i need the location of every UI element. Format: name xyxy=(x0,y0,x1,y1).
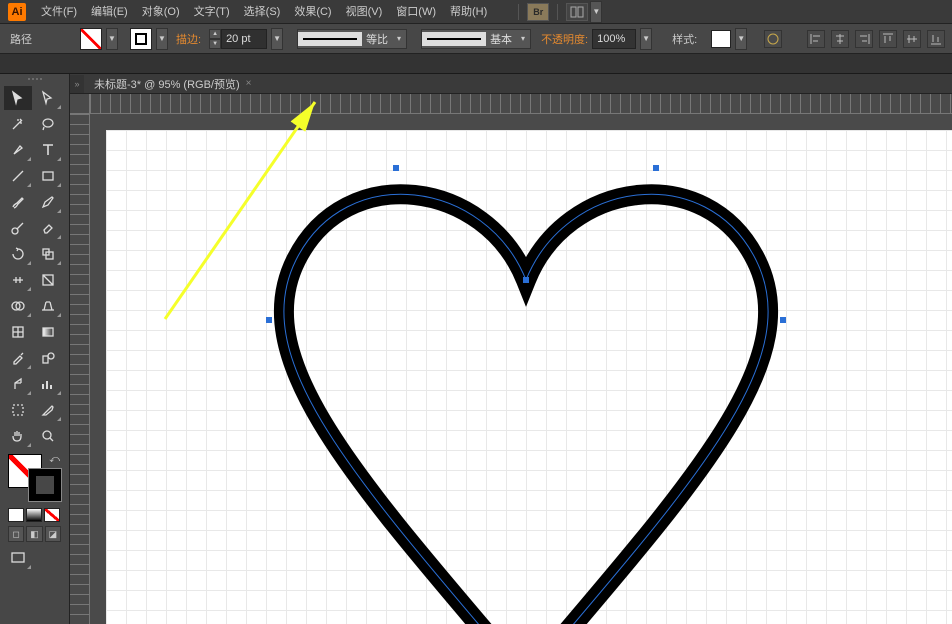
screen-mode-button[interactable] xyxy=(4,546,32,570)
document-tab-close-icon[interactable]: × xyxy=(246,78,252,89)
document-tab-strip: » 未标题-3* @ 95% (RGB/预览) × xyxy=(70,74,952,94)
align-vcenter-button[interactable] xyxy=(903,30,921,48)
menu-type[interactable]: 文字(T) xyxy=(187,0,237,24)
artboard-tool[interactable] xyxy=(4,398,32,422)
rectangle-tool[interactable] xyxy=(34,164,62,188)
selection-type-label: 路径 xyxy=(6,31,36,47)
perspective-grid-tool[interactable] xyxy=(34,294,62,318)
opacity-input[interactable] xyxy=(592,29,636,49)
color-mode-none[interactable] xyxy=(44,508,60,522)
rotate-tool[interactable] xyxy=(4,242,32,266)
brush-definition[interactable]: 基本▾ xyxy=(421,29,531,49)
drawing-mode-inside[interactable]: ◪ xyxy=(45,526,61,542)
sub-bar xyxy=(0,54,952,74)
eraser-tool[interactable] xyxy=(34,216,62,240)
menu-window[interactable]: 窗口(W) xyxy=(389,0,443,24)
stroke-weight-stepper[interactable]: ▲▼ xyxy=(209,29,267,49)
align-top-button[interactable] xyxy=(879,30,897,48)
align-bottom-button[interactable] xyxy=(927,30,945,48)
paintbrush-tool[interactable] xyxy=(4,190,32,214)
swap-fill-stroke-icon[interactable]: ⤺ xyxy=(49,454,60,465)
arrange-documents-button[interactable] xyxy=(566,3,588,21)
mesh-tool[interactable] xyxy=(4,320,32,344)
color-mode-solid[interactable] xyxy=(8,508,24,522)
fill-stroke-indicator[interactable]: ⤺ xyxy=(8,454,62,502)
menu-select[interactable]: 选择(S) xyxy=(237,0,288,24)
align-left-button[interactable] xyxy=(807,30,825,48)
magic-wand-tool[interactable] xyxy=(4,112,32,136)
free-transform-tool[interactable] xyxy=(34,268,62,292)
heart-path-object[interactable] xyxy=(236,140,816,624)
line-segment-tool[interactable] xyxy=(4,164,32,188)
variable-width-profile[interactable]: 等比▾ xyxy=(297,29,407,49)
pen-tool[interactable] xyxy=(4,138,32,162)
arrange-documents-dropdown[interactable]: ▼ xyxy=(590,1,602,23)
column-graph-tool[interactable] xyxy=(34,372,62,396)
menu-effect[interactable]: 效果(C) xyxy=(287,0,338,24)
stroke-indicator[interactable] xyxy=(28,468,62,502)
opacity-label[interactable]: 不透明度: xyxy=(541,31,588,47)
align-right-button[interactable] xyxy=(855,30,873,48)
stroke-dropdown[interactable]: ▼ xyxy=(156,28,168,50)
document-tab[interactable]: 未标题-3* @ 95% (RGB/预览) × xyxy=(86,75,259,93)
canvas-area xyxy=(70,94,952,624)
selection-tool[interactable] xyxy=(4,86,32,110)
ruler-horizontal[interactable] xyxy=(90,94,952,114)
hand-tool[interactable] xyxy=(4,424,32,448)
fill-dropdown[interactable]: ▼ xyxy=(106,28,118,50)
opacity-dropdown[interactable]: ▼ xyxy=(640,28,652,50)
document-tab-title: 未标题-3* @ 95% (RGB/预览) xyxy=(94,76,240,92)
width-tool[interactable] xyxy=(4,268,32,292)
eyedropper-tool[interactable] xyxy=(4,346,32,370)
screen-mode-row: ◻ ◧ ◪ xyxy=(8,526,61,542)
direct-selection-tool[interactable] xyxy=(34,86,62,110)
stroke-label[interactable]: 描边: xyxy=(176,31,201,47)
graphic-style-swatch[interactable] xyxy=(711,30,731,48)
color-mode-row xyxy=(8,508,61,522)
fill-swatch[interactable] xyxy=(80,28,102,50)
bridge-button[interactable]: Br xyxy=(527,3,549,21)
scale-tool[interactable] xyxy=(34,242,62,266)
recolor-artwork-button[interactable] xyxy=(764,30,782,48)
app-logo-icon: Ai xyxy=(8,3,26,21)
zoom-tool[interactable] xyxy=(34,424,62,448)
drawing-mode-behind[interactable]: ◧ xyxy=(26,526,42,542)
menu-view[interactable]: 视图(V) xyxy=(339,0,390,24)
pencil-tool[interactable] xyxy=(34,190,62,214)
drawing-mode-normal[interactable]: ◻ xyxy=(8,526,24,542)
gradient-tool[interactable] xyxy=(34,320,62,344)
artboard[interactable] xyxy=(106,130,952,624)
menu-object[interactable]: 对象(O) xyxy=(135,0,187,24)
stroke-weight-dropdown[interactable]: ▼ xyxy=(271,28,283,50)
menu-file[interactable]: 文件(F) xyxy=(34,0,84,24)
blob-brush-tool[interactable] xyxy=(4,216,32,240)
lasso-tool[interactable] xyxy=(34,112,62,136)
stroke-swatch[interactable] xyxy=(130,28,152,50)
style-label[interactable]: 样式: xyxy=(668,31,701,47)
menu-bar: Ai 文件(F) 编辑(E) 对象(O) 文字(T) 选择(S) 效果(C) 视… xyxy=(0,0,952,24)
symbol-sprayer-tool[interactable] xyxy=(4,372,32,396)
align-hcenter-button[interactable] xyxy=(831,30,849,48)
menu-edit[interactable]: 编辑(E) xyxy=(84,0,135,24)
shape-builder-tool[interactable] xyxy=(4,294,32,318)
stroke-weight-input[interactable] xyxy=(221,29,267,49)
graphic-style-dropdown[interactable]: ▼ xyxy=(735,28,747,50)
tab-scroll-button[interactable]: » xyxy=(70,75,84,93)
menu-help[interactable]: 帮助(H) xyxy=(443,0,494,24)
color-mode-gradient[interactable] xyxy=(26,508,42,522)
control-bar: 路径 ▼ ▼ 描边: ▲▼ ▼ 等比▾ 基本▾ 不透明度: ▼ 样式: ▼ xyxy=(0,24,952,54)
type-tool[interactable] xyxy=(34,138,62,162)
ruler-vertical[interactable] xyxy=(70,114,90,624)
ruler-origin[interactable] xyxy=(70,94,90,114)
tools-panel: ⤺ ◻ ◧ ◪ xyxy=(0,74,70,624)
slice-tool[interactable] xyxy=(34,398,62,422)
blend-tool[interactable] xyxy=(34,346,62,370)
